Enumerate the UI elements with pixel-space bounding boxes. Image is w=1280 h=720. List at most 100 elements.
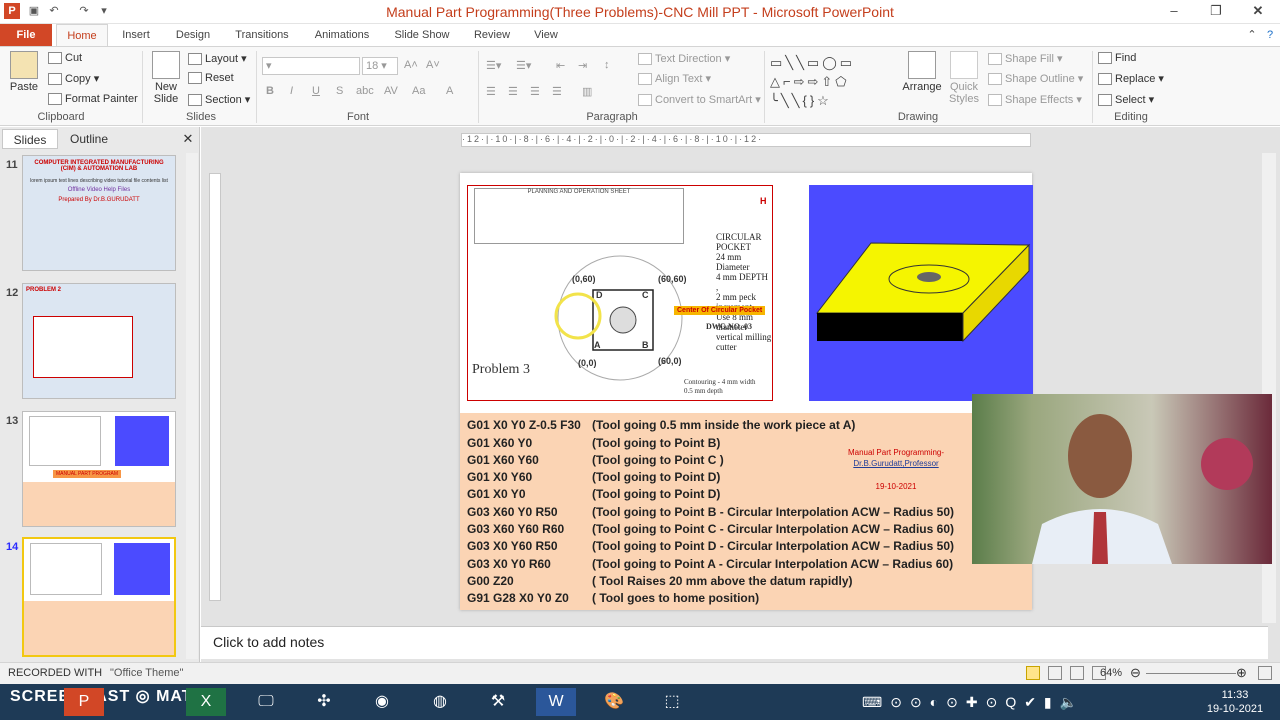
layout-button[interactable]: Layout ▾ xyxy=(188,52,247,66)
replace-button[interactable]: Replace ▾ xyxy=(1098,72,1164,86)
separator xyxy=(1092,51,1093,123)
text-direction-button[interactable]: Text Direction ▾ xyxy=(638,52,730,66)
monitor-taskbar-icon[interactable]: 🖵 xyxy=(246,688,286,716)
shape-outline-button[interactable]: Shape Outline ▾ xyxy=(988,72,1083,86)
font-name-combo[interactable]: ▾ xyxy=(262,57,360,75)
grow-font-icon[interactable]: A˄ xyxy=(404,59,418,71)
zoom-in-icon[interactable]: ⊕ xyxy=(1236,665,1247,681)
justify-icon[interactable]: ☰ xyxy=(552,85,562,98)
minimize-ribbon-icon[interactable]: ⌃ xyxy=(1244,24,1260,46)
tab-file[interactable]: File xyxy=(0,24,52,46)
align-center-icon[interactable]: ☰ xyxy=(508,85,518,98)
notes-pane[interactable]: Click to add notes xyxy=(201,626,1268,659)
increase-indent-icon[interactable]: ⇥ xyxy=(578,59,587,72)
paste-button[interactable]: Paste xyxy=(6,51,42,93)
bold-button[interactable]: B xyxy=(266,85,274,97)
panel-scrollbar[interactable] xyxy=(186,153,198,659)
paint-taskbar-icon[interactable]: 🎨 xyxy=(594,688,634,716)
code-comment: (Tool going to Point A - Circular Interp… xyxy=(592,557,954,571)
align-right-icon[interactable]: ☰ xyxy=(530,85,540,98)
tab-animations[interactable]: Animations xyxy=(310,24,374,46)
close-panel-icon[interactable]: ✕ xyxy=(180,129,196,149)
align-left-icon[interactable]: ☰ xyxy=(486,85,496,98)
tab-outline[interactable]: Outline xyxy=(62,129,116,149)
paragraph-group-label: Paragraph xyxy=(586,111,638,123)
strikethrough-button[interactable]: abc xyxy=(356,85,374,97)
pocket-spec: CIRCULAR POCKET 24 mm Diameter 4 mm DEPTH … xyxy=(716,232,772,352)
italic-button[interactable]: I xyxy=(290,85,293,97)
chrome-taskbar-icon[interactable]: ◉ xyxy=(362,688,402,716)
system-tray[interactable]: ⌨⊙⊙◐⊙✚⊙Q✔▮🔈 xyxy=(862,694,1085,711)
snipping-taskbar-icon[interactable]: ⬚ xyxy=(652,688,692,716)
convert-smartart-button[interactable]: Convert to SmartArt ▾ xyxy=(638,93,761,107)
fit-slide-icon[interactable] xyxy=(1258,666,1272,680)
format-painter-button[interactable]: Format Painter xyxy=(48,93,138,106)
align-text-button[interactable]: Align Text ▾ xyxy=(638,72,711,86)
theme-name[interactable]: "Office Theme" xyxy=(110,667,183,679)
change-case-button[interactable]: Aa xyxy=(412,85,425,97)
tab-design[interactable]: Design xyxy=(170,24,216,46)
restore-button[interactable]: ❐ xyxy=(1196,0,1236,22)
tab-view[interactable]: View xyxy=(528,24,564,46)
word-taskbar-icon[interactable]: W xyxy=(536,688,576,716)
spacing-button[interactable]: AV xyxy=(384,85,398,97)
tab-slides[interactable]: Slides xyxy=(2,129,58,149)
slide-thumbnail-12[interactable]: PROBLEM 2 xyxy=(22,283,176,399)
font-color-button[interactable]: A xyxy=(446,85,453,97)
tab-review[interactable]: Review xyxy=(470,24,514,46)
slides-group-label: Slides xyxy=(186,111,216,123)
line-spacing-icon[interactable]: ↕ xyxy=(604,59,610,71)
tab-insert[interactable]: Insert xyxy=(116,24,156,46)
reading-view-icon[interactable] xyxy=(1070,666,1084,680)
new-slide-button[interactable]: New Slide xyxy=(146,51,186,105)
zoom-level[interactable]: 64% xyxy=(1100,667,1122,679)
arrange-button[interactable]: Arrange xyxy=(900,51,944,93)
zoom-out-icon[interactable]: ⊖ xyxy=(1130,665,1141,681)
select-button[interactable]: Select ▾ xyxy=(1098,93,1154,107)
slide-canvas[interactable]: PLANNING AND OPERATION SHEET H CIRCULAR … xyxy=(460,173,1033,610)
shadow-button[interactable]: S xyxy=(336,85,343,97)
tab-transitions[interactable]: Transitions xyxy=(230,24,294,46)
app-taskbar-icon[interactable]: ✣ xyxy=(304,688,344,716)
columns-icon[interactable]: ▥ xyxy=(582,85,592,98)
reset-button[interactable]: Reset xyxy=(188,72,234,85)
numbering-icon[interactable]: ☰▾ xyxy=(516,59,531,72)
firefox-taskbar-icon[interactable]: ◍ xyxy=(420,688,460,716)
tab-home[interactable]: Home xyxy=(56,24,108,46)
find-button[interactable]: Find xyxy=(1098,52,1136,65)
slide-sorter-icon[interactable] xyxy=(1048,666,1062,680)
excel-taskbar-icon[interactable]: X xyxy=(186,688,226,716)
slide-thumbnail-14[interactable] xyxy=(22,537,176,657)
zoom-slider[interactable] xyxy=(1146,673,1236,674)
slide-thumbnail-13[interactable]: MANUAL PART PROGRAM xyxy=(22,411,176,527)
minimize-button[interactable]: – xyxy=(1154,0,1194,22)
tab-slide-show[interactable]: Slide Show xyxy=(390,24,454,46)
powerpoint-taskbar-icon[interactable]: P xyxy=(64,688,104,716)
shape-fill-button[interactable]: Shape Fill ▾ xyxy=(988,52,1063,66)
decrease-indent-icon[interactable]: ⇤ xyxy=(556,59,565,72)
clock[interactable]: 11:33 19-10-2021 xyxy=(1200,688,1270,716)
normal-view-icon[interactable] xyxy=(1026,666,1040,680)
shape-effects-button[interactable]: Shape Effects ▾ xyxy=(988,93,1082,107)
tools-taskbar-icon[interactable]: ⚒ xyxy=(478,688,518,716)
thumb-author: Prepared By Dr.B.GURUDATT xyxy=(58,197,140,203)
code-comment: (Tool going to Point D - Circular Interp… xyxy=(592,539,954,553)
shapes-gallery[interactable]: ▭╲╲▭◯▭ △⌐⇨⇨⇧⬠ ╰╲╲{}☆ xyxy=(770,53,886,109)
code-cmd: G01 X60 Y60 xyxy=(467,453,539,467)
code-comment: (Tool going to Point D) xyxy=(592,470,721,484)
underline-button[interactable]: U xyxy=(312,85,320,97)
help-icon[interactable]: ? xyxy=(1262,24,1278,46)
shrink-font-icon[interactable]: A˅ xyxy=(426,59,440,71)
ribbon: Paste Cut Copy ▾ Format Painter Clipboar… xyxy=(0,46,1280,126)
thumb-title: PROBLEM 2 xyxy=(26,287,62,293)
slide-thumbnail-11[interactable]: COMPUTER INTEGRATED MANUFACTURING (CIM) … xyxy=(22,155,176,271)
bullets-icon[interactable]: ☰▾ xyxy=(486,59,501,72)
cut-button[interactable]: Cut xyxy=(48,52,82,65)
corner-b: B xyxy=(642,340,649,350)
font-size-combo[interactable]: 18 ▾ xyxy=(362,57,398,75)
quick-styles-button[interactable]: Quick Styles xyxy=(944,51,984,105)
copy-button[interactable]: Copy ▾ xyxy=(48,72,99,86)
section-button[interactable]: Section ▾ xyxy=(188,93,250,107)
slide-number: 11 xyxy=(6,159,18,171)
close-button[interactable]: ✕ xyxy=(1238,0,1278,22)
